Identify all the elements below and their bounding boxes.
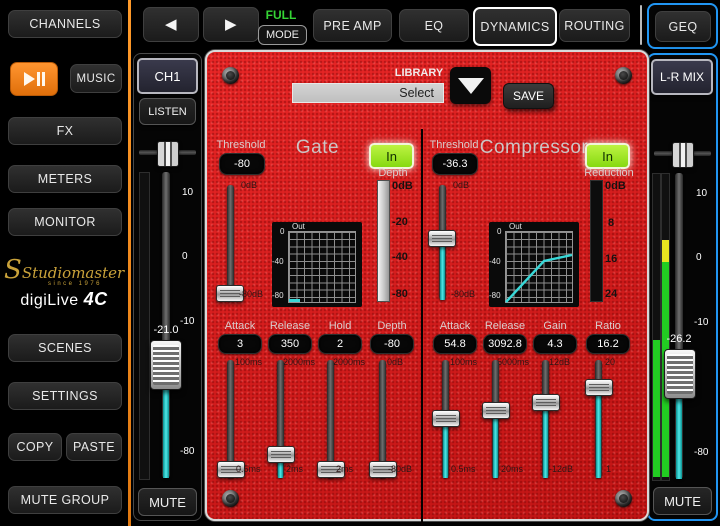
digilive-4c-logo: digiLive 4C xyxy=(4,289,124,310)
screw-icon xyxy=(615,490,632,507)
master-fader-handle[interactable] xyxy=(664,349,696,399)
left-arrow-icon: ◀ xyxy=(165,17,177,32)
compressor-title: Compressor xyxy=(469,137,599,159)
geq-button[interactable]: GEQ xyxy=(655,11,711,42)
paste-button[interactable]: PASTE xyxy=(66,433,122,461)
library-select[interactable]: Select xyxy=(292,83,444,103)
meter-yellow-fill xyxy=(662,240,669,262)
next-channel-button[interactable]: ▶ xyxy=(203,7,259,42)
meter-green-fill xyxy=(653,340,660,477)
library-dropdown-button[interactable] xyxy=(450,67,491,104)
dynamics-panel: LIBRARY Select SAVE Threshold -80 Gate I… xyxy=(205,50,649,521)
fader-scale-m80: -80 xyxy=(694,447,708,458)
master-pan-handle[interactable] xyxy=(672,142,694,168)
mute-button[interactable]: MUTE xyxy=(138,488,197,516)
fader-scale-m10: -10 xyxy=(180,316,194,327)
tab-routing[interactable]: ROUTING xyxy=(559,9,630,42)
master-meter-left xyxy=(652,173,661,481)
gate-curve xyxy=(289,299,300,302)
gate-in-button[interactable]: In xyxy=(369,143,414,169)
screw-icon xyxy=(222,67,239,84)
copy-button[interactable]: COPY xyxy=(8,433,62,461)
gate-title: Gate xyxy=(275,137,360,159)
settings-button[interactable]: SETTINGS xyxy=(8,382,122,410)
library-label: LIBRARY xyxy=(389,67,449,79)
tab-eq[interactable]: EQ xyxy=(399,9,469,42)
gate-graph-axis: Out xyxy=(292,222,305,231)
gate-meter-label: Depth xyxy=(370,167,416,179)
gate-fader-release: Release 350 2000ms 2ms xyxy=(265,320,315,478)
master-name-button[interactable]: L-R MIX xyxy=(651,59,713,95)
gate-fader-depth: Depth -80 0dB -80dB xyxy=(367,320,417,478)
section-divider xyxy=(421,129,423,526)
comp-threshold-fill xyxy=(440,245,445,300)
sidebar-divider xyxy=(128,0,131,526)
chevron-down-icon xyxy=(458,78,484,94)
comp-meter-label: Reduction xyxy=(581,167,637,179)
gate-depth-meter xyxy=(377,180,390,302)
master-meter-right xyxy=(661,173,670,481)
save-button[interactable]: SAVE xyxy=(503,83,554,109)
meters-button[interactable]: METERS xyxy=(8,165,122,193)
monitor-button[interactable]: MONITOR xyxy=(8,208,122,236)
topbar-end-line xyxy=(640,5,642,45)
comp-threshold-scale-top: 0dB xyxy=(453,180,469,190)
tab-dynamics[interactable]: DYNAMICS xyxy=(473,7,557,46)
fx-button[interactable]: FX xyxy=(8,117,122,145)
gate-threshold-track[interactable] xyxy=(227,185,234,300)
gate-fader-hold: Hold 2 2000ms 2ms xyxy=(315,320,365,478)
tab-pre-amp[interactable]: PRE AMP xyxy=(313,9,392,42)
play-pause-icon xyxy=(24,72,35,86)
mute-group-button[interactable]: MUTE GROUP xyxy=(8,486,122,514)
scenes-button[interactable]: SCENES xyxy=(8,334,122,362)
gate-threshold-scale-bottom: -80dB xyxy=(239,289,263,299)
listen-button[interactable]: LISTEN xyxy=(139,98,196,125)
comp-fader-ratio: Ratio 16.2 20 1 xyxy=(583,320,633,478)
channel-name-button[interactable]: CH1 xyxy=(137,58,198,94)
mode-button[interactable]: MODE xyxy=(258,25,307,45)
music-button[interactable]: MUSIC xyxy=(70,64,122,93)
mode-indicator: FULL xyxy=(256,8,306,22)
master-mute-button[interactable]: MUTE xyxy=(653,487,712,515)
screw-icon xyxy=(615,67,632,84)
channel-fader-fill xyxy=(163,388,169,478)
play-pause-button[interactable] xyxy=(10,62,58,96)
master-fader-fill xyxy=(676,397,682,479)
compressor-graph: 0 Out -40 -80 xyxy=(489,222,579,307)
gate-graph: 0 Out -40 -80 xyxy=(272,222,362,307)
fader-scale-m10: -10 xyxy=(694,317,708,328)
channels-button[interactable]: CHANNELS xyxy=(8,10,122,38)
master-fader-value: -26.2 xyxy=(657,333,701,345)
prev-channel-button[interactable]: ◀ xyxy=(143,7,199,42)
geq-panel: GEQ xyxy=(647,3,718,49)
fader-scale-10: 10 xyxy=(182,187,193,198)
pan-slider-handle[interactable] xyxy=(157,141,179,167)
comp-fader-release: Release 3092.8 5000ms 20ms xyxy=(480,320,530,478)
fader-scale-10: 10 xyxy=(696,188,707,199)
sidebar: CHANNELS MUSIC FX METERS MONITOR SStudio… xyxy=(0,0,128,526)
brand-tagline: since 1976 xyxy=(30,281,120,287)
console-screen: CHANNELS MUSIC FX METERS MONITOR SStudio… xyxy=(0,0,720,526)
gate-threshold-scale-top: 0dB xyxy=(241,180,257,190)
comp-in-button[interactable]: In xyxy=(585,143,630,169)
comp-threshold-handle[interactable] xyxy=(428,230,456,247)
right-arrow-icon: ▶ xyxy=(225,17,237,32)
screw-icon xyxy=(222,490,239,507)
comp-graph-axis: Out xyxy=(509,222,522,231)
comp-fader-attack: Attack 54.8 100ms 0.5ms xyxy=(430,320,480,478)
comp-fader-gain: Gain 4.3 12dB -12dB xyxy=(530,320,580,478)
fader-scale-0: 0 xyxy=(696,252,702,263)
gate-graph-grid xyxy=(288,231,356,303)
channel-strip: CH1 LISTEN -21.0 10 0 -10 -80 MUTE xyxy=(133,53,202,521)
comp-curve xyxy=(505,231,573,303)
gate-fader-attack: Attack 3 100ms 0.5ms xyxy=(215,320,265,478)
fader-scale-0: 0 xyxy=(182,251,188,262)
gate-threshold-label: Threshold xyxy=(213,139,269,151)
comp-reduction-meter xyxy=(590,180,603,302)
channel-fader-handle[interactable] xyxy=(150,340,182,390)
fader-scale-m80: -80 xyxy=(180,446,194,457)
gate-threshold-value[interactable]: -80 xyxy=(219,153,265,175)
master-strip: L-R MIX -26.2 10 0 -10 -80 MUTE xyxy=(647,53,718,521)
comp-threshold-scale-bottom: -80dB xyxy=(451,289,475,299)
